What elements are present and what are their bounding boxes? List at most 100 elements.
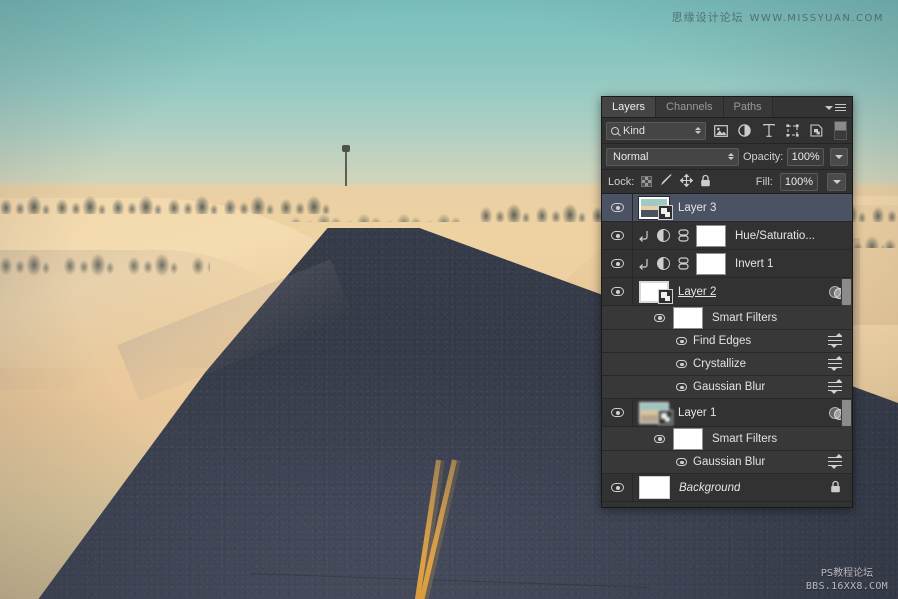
filter-row-find-edges[interactable]: Find Edges — [602, 330, 852, 353]
layer-scrollbar[interactable] — [841, 399, 852, 427]
layer-thumbnail[interactable] — [639, 196, 673, 220]
layer-name[interactable]: Background — [679, 482, 740, 494]
lock-position-icon[interactable] — [679, 173, 694, 190]
layer-row-layer-1[interactable]: Layer 1 — [602, 399, 852, 427]
layer-row-background[interactable]: Background — [602, 474, 852, 502]
layer-row-layer-2[interactable]: Layer 2 — [602, 278, 852, 306]
shape-layer-filter-icon[interactable] — [783, 121, 802, 140]
layer-thumbnail[interactable] — [639, 476, 670, 499]
opacity-dropdown-button[interactable] — [829, 147, 848, 166]
layers-panel[interactable]: Layers Channels Paths Kind Normal Opacit… — [601, 96, 853, 508]
smart-object-filter-icon[interactable] — [807, 121, 826, 140]
filter-blending-options-icon[interactable] — [828, 356, 842, 371]
lock-transparent-pixels-icon[interactable] — [641, 176, 653, 187]
smart-filters-label: Smart Filters — [712, 311, 778, 324]
eye-icon[interactable] — [654, 313, 665, 322]
layer-row-invert-1[interactable]: Invert 1 — [602, 250, 852, 278]
layer-thumbnail[interactable] — [639, 401, 673, 425]
tab-paths[interactable]: Paths — [723, 97, 773, 117]
pixel-layer-filter-icon[interactable] — [711, 121, 730, 140]
smart-object-badge-icon — [658, 288, 673, 304]
eye-icon — [610, 203, 624, 212]
eye-icon[interactable] — [676, 383, 687, 391]
watermark-top: 思缘设计论坛 WWW.MISSYUAN.COM — [672, 9, 884, 25]
layer-filter-bar: Kind — [602, 118, 852, 144]
layer-name[interactable]: Layer 2 — [678, 286, 716, 298]
filter-name[interactable]: Gaussian Blur — [693, 381, 765, 393]
filter-blending-options-icon[interactable] — [828, 333, 842, 348]
fill-label: Fill: — [755, 175, 773, 188]
scrollbar-thumb[interactable] — [842, 400, 851, 426]
layer-mask-thumbnail[interactable] — [696, 224, 726, 247]
fill-value[interactable]: 100% — [779, 172, 818, 191]
smart-object-badge-icon — [658, 409, 673, 425]
layer-name[interactable]: Layer 3 — [678, 202, 716, 214]
layer-visibility-toggle[interactable] — [602, 278, 633, 305]
lock-icon — [830, 480, 841, 496]
link-icon[interactable] — [677, 257, 689, 270]
layer-name[interactable]: Layer 1 — [678, 407, 716, 419]
smart-filters-label: Smart Filters — [712, 432, 778, 445]
distant-pole — [342, 145, 350, 186]
eye-icon[interactable] — [676, 360, 687, 368]
panel-tab-bar: Layers Channels Paths — [602, 97, 852, 118]
adjustment-layer-filter-icon[interactable] — [735, 121, 754, 140]
tab-channels[interactable]: Channels — [656, 97, 724, 117]
layer-visibility-toggle[interactable] — [602, 399, 633, 426]
eye-icon — [610, 231, 624, 240]
smart-filters-header-row[interactable]: Smart Filters — [602, 427, 852, 451]
panel-menu-lines-icon — [835, 104, 846, 111]
opacity-value[interactable]: 100% — [787, 147, 824, 166]
layer-name[interactable]: Hue/Saturatio... — [735, 230, 815, 242]
layer-row-layer-3[interactable]: Layer 3 — [602, 194, 852, 222]
layer-name[interactable]: Invert 1 — [735, 258, 773, 270]
filter-name[interactable]: Crystallize — [693, 358, 746, 370]
filter-row-gaussian-blur[interactable]: Gaussian Blur — [602, 376, 852, 399]
fill-dropdown-button[interactable] — [827, 172, 846, 191]
smart-filter-mask-thumbnail[interactable] — [673, 306, 703, 329]
filter-kind-select[interactable]: Kind — [606, 121, 706, 140]
lock-image-pixels-icon[interactable] — [659, 174, 673, 189]
lock-label: Lock: — [608, 175, 635, 188]
layer-visibility-toggle[interactable] — [602, 194, 633, 221]
filter-blending-options-icon[interactable] — [828, 454, 842, 469]
layer-list[interactable]: Layer 3 Hue/Saturatio... Invert 1 Layer … — [602, 194, 852, 507]
eye-icon[interactable] — [676, 458, 687, 466]
eye-icon — [610, 259, 624, 268]
scrollbar-thumb[interactable] — [842, 279, 851, 305]
watermark-top-cn: 思缘设计论坛 — [671, 11, 744, 24]
layer-visibility-toggle[interactable] — [602, 250, 633, 277]
filter-row-crystallize[interactable]: Crystallize — [602, 353, 852, 376]
smart-filter-mask-thumbnail[interactable] — [673, 427, 703, 450]
smart-filters-header-row[interactable]: Smart Filters — [602, 306, 852, 330]
filter-name[interactable]: Find Edges — [693, 335, 751, 347]
type-layer-filter-icon[interactable] — [759, 121, 778, 140]
eye-icon[interactable] — [676, 337, 687, 345]
layer-row-hue-saturation[interactable]: Hue/Saturatio... — [602, 222, 852, 250]
panel-menu-icon[interactable] — [825, 101, 847, 114]
opacity-label: Opacity: — [743, 150, 784, 163]
eye-icon — [610, 408, 624, 417]
link-icon[interactable] — [677, 229, 689, 242]
blend-mode-select[interactable]: Normal — [606, 147, 739, 166]
chevron-updown-icon — [695, 127, 701, 134]
filter-enable-toggle[interactable] — [834, 121, 847, 140]
search-icon — [611, 126, 619, 135]
eye-icon[interactable] — [654, 434, 665, 443]
layer-visibility-toggle[interactable] — [602, 474, 633, 501]
tab-layers[interactable]: Layers — [602, 97, 657, 117]
layer-mask-thumbnail[interactable] — [696, 252, 726, 275]
filter-blending-options-icon[interactable] — [828, 379, 842, 394]
adjustment-layer-icon[interactable] — [657, 257, 670, 270]
layer-scrollbar[interactable] — [841, 278, 852, 306]
adjustment-layer-icon[interactable] — [657, 229, 670, 242]
scrub-vegetation-left — [0, 178, 330, 214]
layer-visibility-toggle[interactable] — [602, 222, 633, 249]
chevron-updown-icon — [728, 153, 734, 160]
watermark-bottom-cn: PS教程论坛 — [820, 568, 874, 579]
eye-icon — [610, 287, 624, 296]
lock-all-icon[interactable] — [700, 174, 711, 190]
layer-thumbnail[interactable] — [639, 280, 673, 304]
filter-row-gaussian-blur[interactable]: Gaussian Blur — [602, 451, 852, 474]
filter-name[interactable]: Gaussian Blur — [693, 456, 765, 468]
